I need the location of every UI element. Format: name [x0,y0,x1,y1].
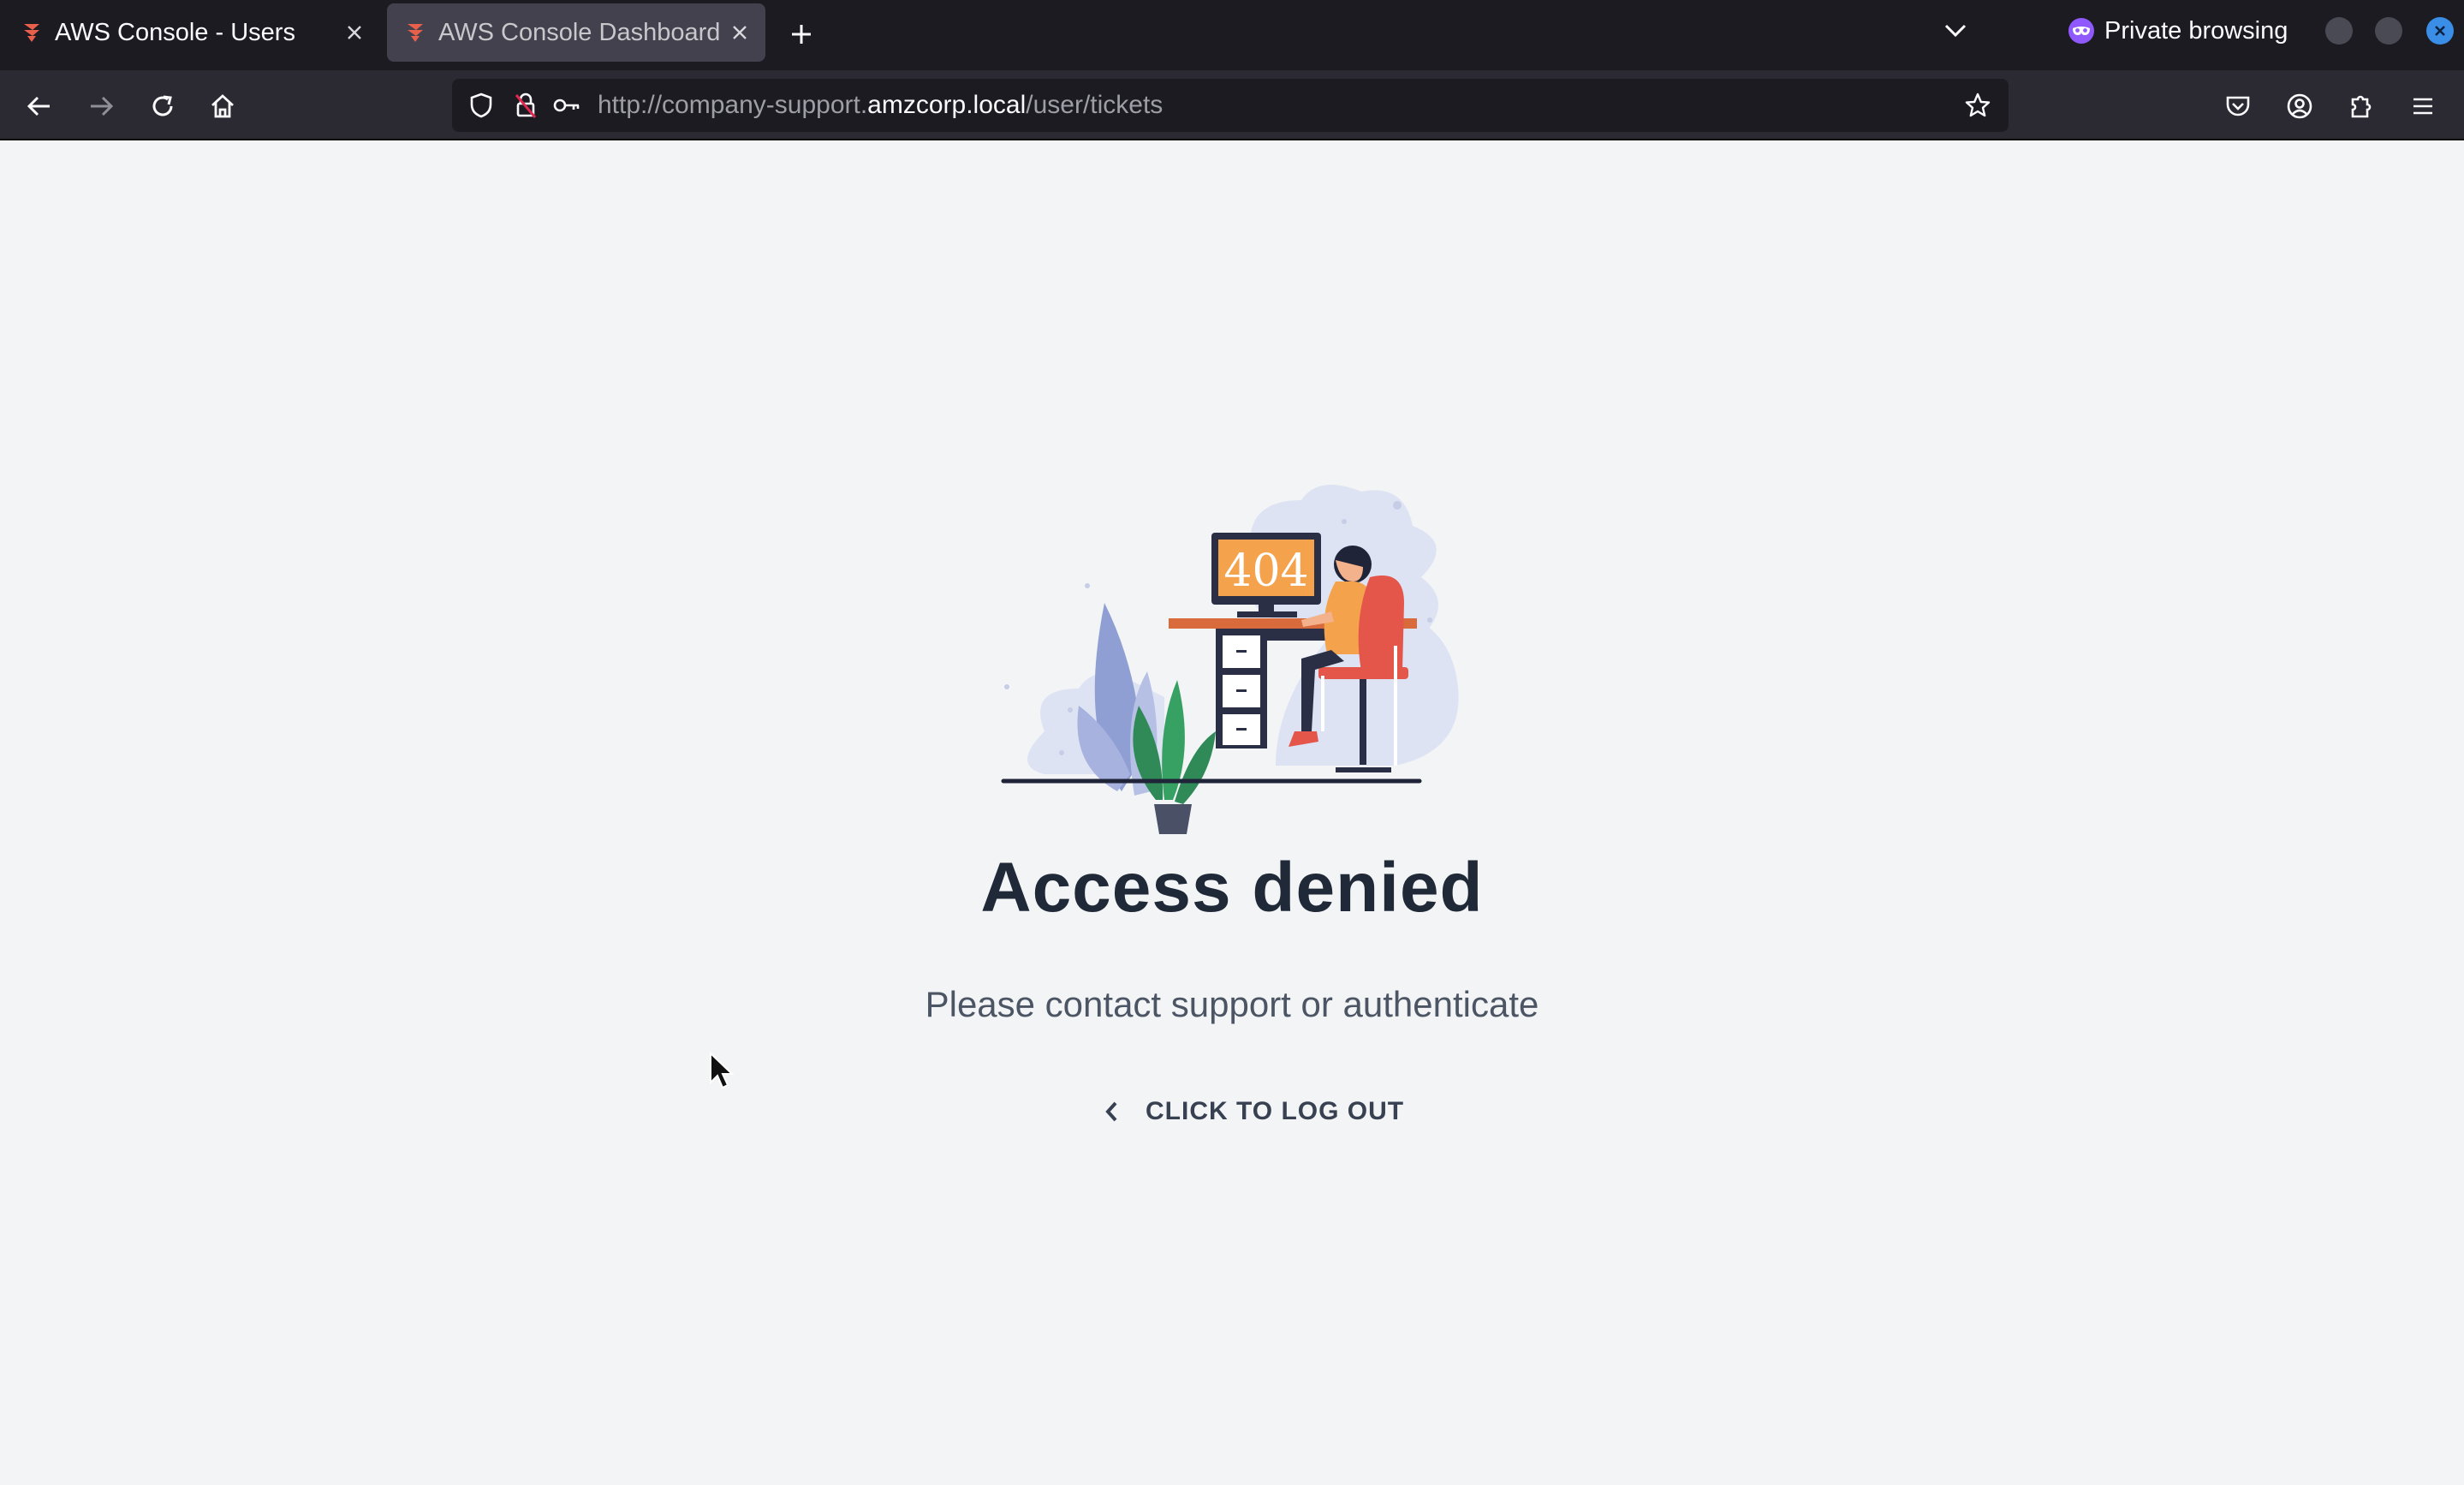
url-prefix: http://company-support. [598,91,868,119]
tab-title: AWS Console - Users [55,18,295,46]
404-screen-text: 404 [1223,546,1308,597]
list-all-tabs-chevron-down-icon[interactable] [1937,12,1974,50]
new-tab-button[interactable] [781,14,822,55]
page-subtitle: Please contact support or authenticate [925,984,1539,1024]
extensions-icon[interactable] [2341,86,2382,127]
window-minimize-button[interactable] [2325,17,2353,45]
chevron-left-icon [1096,1096,1127,1127]
back-arrow-icon[interactable] [19,86,60,127]
tab-title: AWS Console Dashboard [438,18,721,46]
page-title: Access denied [980,849,1484,927]
tab-close-icon[interactable] [337,15,372,50]
page-content: 404 Access denied Please contact support… [0,140,2464,1485]
private-browsing-indicator: Private browsing [2067,12,2288,50]
window-close-button[interactable] [2426,17,2454,45]
key-permission-icon[interactable] [548,86,586,124]
url-bar[interactable]: http://company-support.amzcorp.local/use… [452,79,2009,132]
forward-arrow-icon[interactable] [80,86,122,127]
account-icon[interactable] [2279,86,2320,127]
app-favicon-icon [19,20,45,45]
tab-aws-console-users[interactable]: AWS Console - Users [3,3,380,62]
url-path: /user/tickets [1026,91,1164,119]
insecure-lock-icon[interactable] [507,86,545,124]
app-favicon-icon [402,20,428,45]
logout-link[interactable]: CLICK TO LOG OUT [1096,1086,1404,1137]
private-browsing-mask-icon [2067,16,2096,45]
tracking-protection-shield-icon[interactable] [462,86,500,124]
navigation-toolbar: http://company-support.amzcorp.local/use… [0,70,2464,140]
tab-aws-console-dashboard[interactable]: AWS Console Dashboard [387,3,765,62]
bookmark-star-icon[interactable] [1959,86,1997,124]
url-text[interactable]: http://company-support.amzcorp.local/use… [598,91,1959,120]
mouse-cursor-icon [710,1052,735,1089]
home-icon[interactable] [202,86,243,127]
logout-label: CLICK TO LOG OUT [1146,1097,1405,1125]
url-domain: amzcorp.local [867,91,1027,119]
window-maximize-button[interactable] [2375,17,2402,45]
tab-close-icon[interactable] [723,15,757,50]
private-browsing-label: Private browsing [2104,16,2288,45]
reload-icon[interactable] [142,86,183,127]
tab-strip: AWS Console - Users AWS Console Dashboar… [0,0,2464,70]
pocket-icon[interactable] [2217,86,2259,127]
menu-hamburger-icon[interactable] [2402,86,2443,127]
